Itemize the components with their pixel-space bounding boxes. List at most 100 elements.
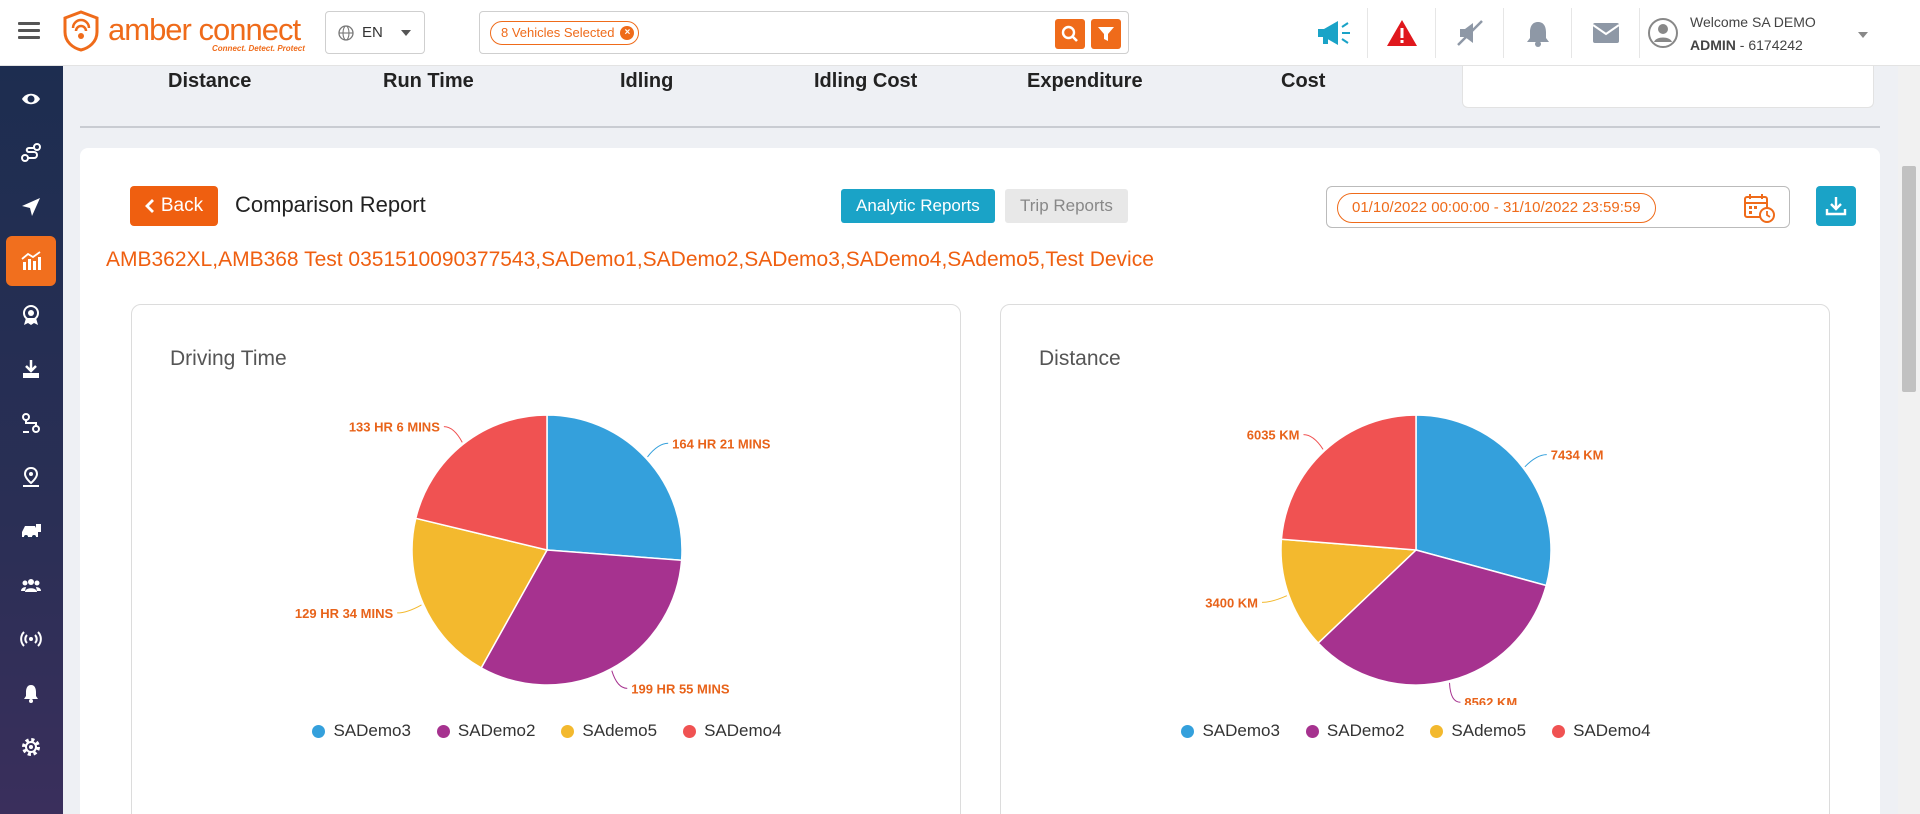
location-icon [23, 466, 39, 487]
bell-icon [1526, 22, 1549, 47]
mute-button[interactable] [1436, 8, 1504, 58]
data-label: 129 HR 34 MINS [295, 606, 394, 621]
data-label-connector [1524, 454, 1547, 468]
notifications-button[interactable] [1504, 8, 1572, 58]
sidebar-item-settings[interactable] [6, 722, 56, 772]
sidebar-item-signal[interactable] [6, 614, 56, 664]
chart-legend: SADemo3 SADemo2 SAdemo5 SADemo4 [1001, 721, 1831, 741]
legend-item-sademo5[interactable]: SAdemo5 [561, 721, 657, 741]
data-label-connector [1303, 434, 1324, 450]
sidebar-item-download[interactable] [6, 344, 56, 394]
legend-item-sademo3[interactable]: SADemo3 [1181, 721, 1280, 741]
sidebar-item-users[interactable] [6, 560, 56, 610]
legend-dot-icon [1305, 724, 1319, 738]
stat-label-expenditure: Expenditure [1027, 70, 1143, 92]
tab-trip-reports[interactable]: Trip Reports [1005, 189, 1128, 223]
legend-item-sademo2[interactable]: SADemo2 [1305, 721, 1404, 741]
role-label: ADMIN [1690, 37, 1736, 53]
warning-button[interactable] [1368, 8, 1436, 58]
date-range-value: 01/10/2022 00:00:00 - 31/10/2022 23:59:5… [1337, 193, 1656, 223]
search-icon [1061, 25, 1078, 42]
announcement-button[interactable] [1300, 8, 1368, 58]
stat-label-run-time: Run Time [383, 70, 474, 92]
sidebar [0, 66, 63, 814]
user-menu[interactable]: Welcome SA DEMO ADMIN - 6174242 [1648, 12, 1918, 56]
calendar-clock-icon [1744, 194, 1775, 223]
sidebar-item-alert-bell[interactable] [6, 668, 56, 718]
language-selector[interactable]: EN [325, 11, 425, 54]
pie-slice-sademo4[interactable] [1280, 414, 1417, 551]
chevron-down-icon [400, 29, 411, 36]
scrollbar-thumb[interactable] [1902, 166, 1916, 392]
legend-item-sademo5[interactable]: SAdemo5 [1430, 721, 1526, 741]
logo[interactable]: amber connect Connect. Detect. Protect [62, 8, 312, 54]
data-label-connector [611, 670, 628, 689]
distance-pie-chart: 7434 KM 8562 KM 3400 KM 6035 KM [1205, 414, 1604, 705]
sidebar-item-route[interactable] [6, 128, 56, 178]
distance-panel: Distance 7434 KM 8562 KM 3400 KM 6035 KM SA… [1000, 304, 1830, 814]
driving-time-panel: Driving Time 164 HR 21 MINS 199 HR 55 MIN… [131, 304, 961, 814]
legend-item-sademo4[interactable]: SADemo4 [683, 721, 782, 741]
legend-label: SADemo3 [1202, 721, 1280, 740]
legend-label: SADemo4 [1573, 721, 1651, 740]
page-title: Comparison Report [235, 192, 426, 217]
page-scrollbar[interactable] [1898, 66, 1920, 814]
data-label-connector [1449, 682, 1461, 703]
download-button[interactable] [1816, 186, 1856, 226]
sidebar-item-eye[interactable] [6, 74, 56, 124]
stat-card [1462, 66, 1874, 108]
sidebar-item-navigation[interactable] [6, 182, 56, 232]
stat-label-cost: Cost [1281, 70, 1326, 92]
logo-shield-icon [63, 10, 99, 52]
speaker-off-icon [1456, 20, 1483, 46]
back-label: Back [160, 195, 204, 216]
legend-label: SAdemo5 [1451, 721, 1527, 740]
award-icon [23, 305, 39, 325]
data-label: 3400 KM [1205, 595, 1258, 610]
sidebar-item-analytics[interactable] [6, 236, 56, 286]
settings-icon [22, 738, 40, 756]
legend-dot-icon [1181, 724, 1195, 738]
data-label: 6035 KM [1247, 428, 1300, 443]
eye-icon [22, 93, 40, 105]
filter-button[interactable] [1091, 19, 1121, 49]
sidebar-item-location[interactable] [6, 452, 56, 502]
legend-item-sademo2[interactable]: SADemo2 [436, 721, 536, 741]
legend-dot-icon [1552, 724, 1566, 738]
comparison-report-card: Back Comparison Report Analytic Reports … [80, 148, 1880, 814]
trip-icon [22, 413, 40, 433]
back-button[interactable]: Back [130, 186, 218, 226]
alert-bell-icon [24, 685, 38, 703]
chart-legend: SADemo3 SADemo2 SAdemo5 SADemo4 [132, 721, 962, 741]
legend-label: SADemo2 [457, 721, 536, 740]
download-icon [23, 360, 39, 378]
sidebar-item-award[interactable] [6, 290, 56, 340]
account-id: - 6174242 [1735, 37, 1803, 53]
data-label: 7434 KM [1551, 448, 1604, 463]
vehicle-chip-label: 8 Vehicles Selected [501, 25, 615, 40]
top-bar: amber connect Connect. Detect. Protect E… [0, 0, 1920, 66]
filter-icon [1098, 27, 1114, 41]
legend-label: SAdemo5 [582, 721, 658, 740]
legend-item-sademo4[interactable]: SADemo4 [1552, 721, 1651, 741]
data-label-connector [397, 604, 422, 614]
download-icon [1825, 197, 1847, 216]
chevron-left-icon [144, 199, 154, 213]
search-button[interactable] [1055, 19, 1085, 49]
logo-text: amber connect [108, 12, 301, 47]
vehicle-chip[interactable]: 8 Vehicles Selected × [490, 21, 640, 45]
warning-icon [1386, 20, 1417, 46]
sidebar-item-trip[interactable] [6, 398, 56, 448]
legend-item-sademo3[interactable]: SADemo3 [312, 721, 411, 741]
sidebar-item-vehicles[interactable] [6, 506, 56, 556]
users-icon [21, 579, 41, 592]
pie-slice-sademo3[interactable] [546, 414, 683, 562]
data-label: 133 HR 6 MINS [349, 420, 440, 435]
stat-label-distance: Distance [168, 70, 252, 92]
close-icon[interactable]: × [620, 26, 635, 40]
menu-icon[interactable] [18, 22, 40, 40]
messages-button[interactable] [1572, 8, 1640, 58]
vehicle-search[interactable]: 8 Vehicles Selected × [479, 11, 1129, 54]
tab-analytic-reports[interactable]: Analytic Reports [841, 189, 995, 223]
date-range-picker[interactable]: 01/10/2022 00:00:00 - 31/10/2022 23:59:5… [1326, 186, 1790, 228]
